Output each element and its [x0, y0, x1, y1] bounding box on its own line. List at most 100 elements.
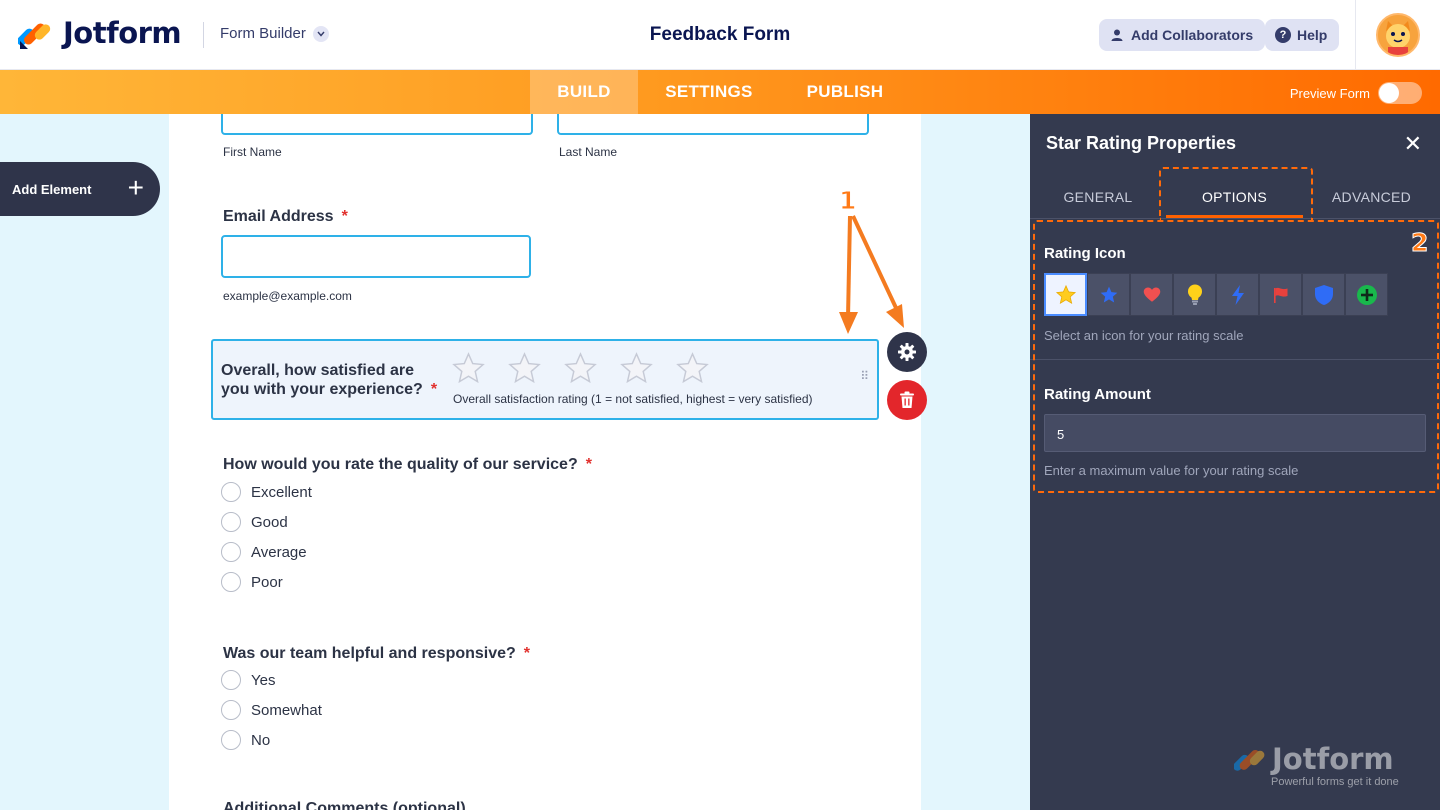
radio-label: Excellent	[251, 483, 312, 501]
radio-button[interactable]	[221, 512, 241, 532]
trash-icon	[900, 391, 914, 408]
shield-icon	[1314, 284, 1333, 305]
plus-circle-icon	[1356, 284, 1377, 305]
tab-publish[interactable]: PUBLISH	[780, 70, 910, 114]
radio-label: No	[251, 731, 271, 749]
radio-option[interactable]: Excellent	[221, 482, 312, 502]
drag-handle-icon[interactable]: ⠿	[860, 370, 871, 382]
quality-question-text: How would you rate the quality of our se…	[223, 456, 578, 473]
close-icon[interactable]: ✕	[1404, 131, 1422, 157]
star-icon[interactable]	[675, 351, 710, 386]
rating-icon-lightbulb[interactable]	[1173, 273, 1216, 316]
rating-icon-lightning[interactable]	[1216, 273, 1259, 316]
help-button[interactable]: ? Help	[1265, 19, 1340, 51]
preview-form[interactable]: Preview Form	[1290, 82, 1422, 104]
form-builder-dropdown[interactable]: Form Builder	[220, 25, 329, 42]
quality-question: How would you rate the quality of our se…	[223, 456, 592, 474]
preview-toggle[interactable]	[1378, 82, 1422, 104]
required-asterisk: *	[341, 208, 348, 225]
last-name-input[interactable]	[557, 114, 869, 135]
flag-icon	[1273, 287, 1287, 303]
footer-tagline: Powerful forms get it done	[1271, 776, 1399, 788]
rating-amount-help: Enter a maximum value for your rating sc…	[1044, 463, 1299, 478]
radio-option[interactable]: Yes	[221, 670, 275, 690]
add-collaborators-label: Add Collaborators	[1131, 27, 1254, 43]
email-label: Email Address *	[223, 208, 348, 226]
add-element-label: Add Element	[12, 181, 92, 197]
tab-settings[interactable]: SETTINGS	[638, 70, 780, 114]
rating-icon-flag[interactable]	[1259, 273, 1302, 316]
radio-button[interactable]	[221, 482, 241, 502]
radio-button[interactable]	[221, 572, 241, 592]
rating-icon-plus-circle[interactable]	[1345, 273, 1388, 316]
radio-option[interactable]: Somewhat	[221, 700, 322, 720]
rating-icon-shield[interactable]	[1302, 273, 1345, 316]
radio-option[interactable]: Poor	[221, 572, 283, 592]
form-canvas: First Name Last Name Email Address * exam…	[169, 114, 921, 810]
rating-icon-star-yellow[interactable]	[1044, 273, 1087, 316]
radio-label: Average	[251, 543, 307, 561]
last-name-sublabel: Last Name	[559, 145, 618, 159]
rating-amount-input[interactable]: 5	[1044, 414, 1426, 452]
star-icon	[1100, 286, 1117, 302]
gear-icon	[898, 343, 916, 361]
star-icon[interactable]	[619, 351, 654, 386]
star-rating-field[interactable]: Overall, how satisfied are you with your…	[211, 339, 879, 420]
first-name-input[interactable]	[221, 114, 533, 135]
header-divider-right	[1355, 0, 1356, 70]
tab-build[interactable]: BUILD	[530, 70, 638, 114]
delete-field-button[interactable]	[887, 380, 927, 420]
first-name-sublabel: First Name	[223, 145, 282, 159]
star-icon[interactable]	[451, 351, 486, 386]
email-label-text: Email Address	[223, 208, 334, 225]
jotform-logo[interactable]: Jotform	[18, 16, 182, 50]
top-header: Jotform Form Builder Feedback Form Add C…	[0, 0, 1440, 70]
section-divider	[1030, 359, 1440, 360]
tab-advanced[interactable]: ADVANCED	[1303, 176, 1440, 218]
comments-question: Additional Comments (optional)	[223, 800, 466, 810]
preview-form-label: Preview Form	[1289, 85, 1370, 101]
tab-options[interactable]: OPTIONS	[1166, 176, 1303, 218]
radio-button[interactable]	[221, 670, 241, 690]
star-icon[interactable]	[563, 351, 598, 386]
tabs-divider	[1030, 218, 1440, 219]
builder-nav: BUILD SETTINGS PUBLISH Preview Form	[0, 70, 1440, 114]
radio-option[interactable]: No	[221, 730, 270, 750]
radio-option[interactable]: Good	[221, 512, 288, 532]
rating-icon-heart[interactable]	[1130, 273, 1173, 316]
form-builder-label: Form Builder	[220, 25, 306, 42]
radio-button[interactable]	[221, 542, 241, 562]
brand-name: Jotform	[63, 16, 182, 50]
lightbulb-icon	[1187, 284, 1202, 305]
rating-sublabel: Overall satisfaction rating (1 = not sat…	[453, 392, 813, 406]
required-asterisk: *	[430, 381, 438, 398]
radio-option[interactable]: Average	[221, 542, 307, 562]
annotation-arrows	[839, 215, 904, 334]
properties-panel: Star Rating Properties ✕ GENERAL OPTIONS…	[1030, 114, 1440, 810]
avatar[interactable]	[1376, 13, 1420, 57]
radio-label: Good	[251, 513, 288, 531]
heart-icon	[1143, 287, 1160, 302]
tab-general[interactable]: GENERAL	[1030, 176, 1166, 218]
radio-button[interactable]	[221, 700, 241, 720]
add-element-button[interactable]: Add Element +	[0, 162, 160, 216]
header-divider	[203, 22, 204, 48]
rating-stars[interactable]	[451, 351, 731, 386]
star-icon[interactable]	[507, 351, 542, 386]
help-label: Help	[1297, 27, 1328, 43]
email-input[interactable]	[221, 235, 531, 278]
radio-button[interactable]	[221, 730, 241, 750]
rating-question: Overall, how satisfied are you with your…	[221, 361, 441, 399]
panel-footer-brand: Jotform	[1234, 742, 1394, 776]
required-asterisk: *	[523, 645, 531, 662]
required-asterisk: *	[585, 456, 592, 473]
panel-title: Star Rating Properties	[1046, 133, 1237, 153]
add-collaborators-button[interactable]: Add Collaborators	[1099, 19, 1266, 51]
email-sublabel: example@example.com	[223, 289, 352, 303]
footer-brand-name: Jotform	[1272, 742, 1394, 776]
rating-icon-star-blue[interactable]	[1087, 273, 1130, 316]
chevron-down-icon	[312, 25, 329, 42]
team-question: Was our team helpful and responsive? *	[223, 645, 530, 663]
jotform-logo-icon	[1234, 750, 1265, 771]
radio-label: Somewhat	[251, 701, 322, 719]
